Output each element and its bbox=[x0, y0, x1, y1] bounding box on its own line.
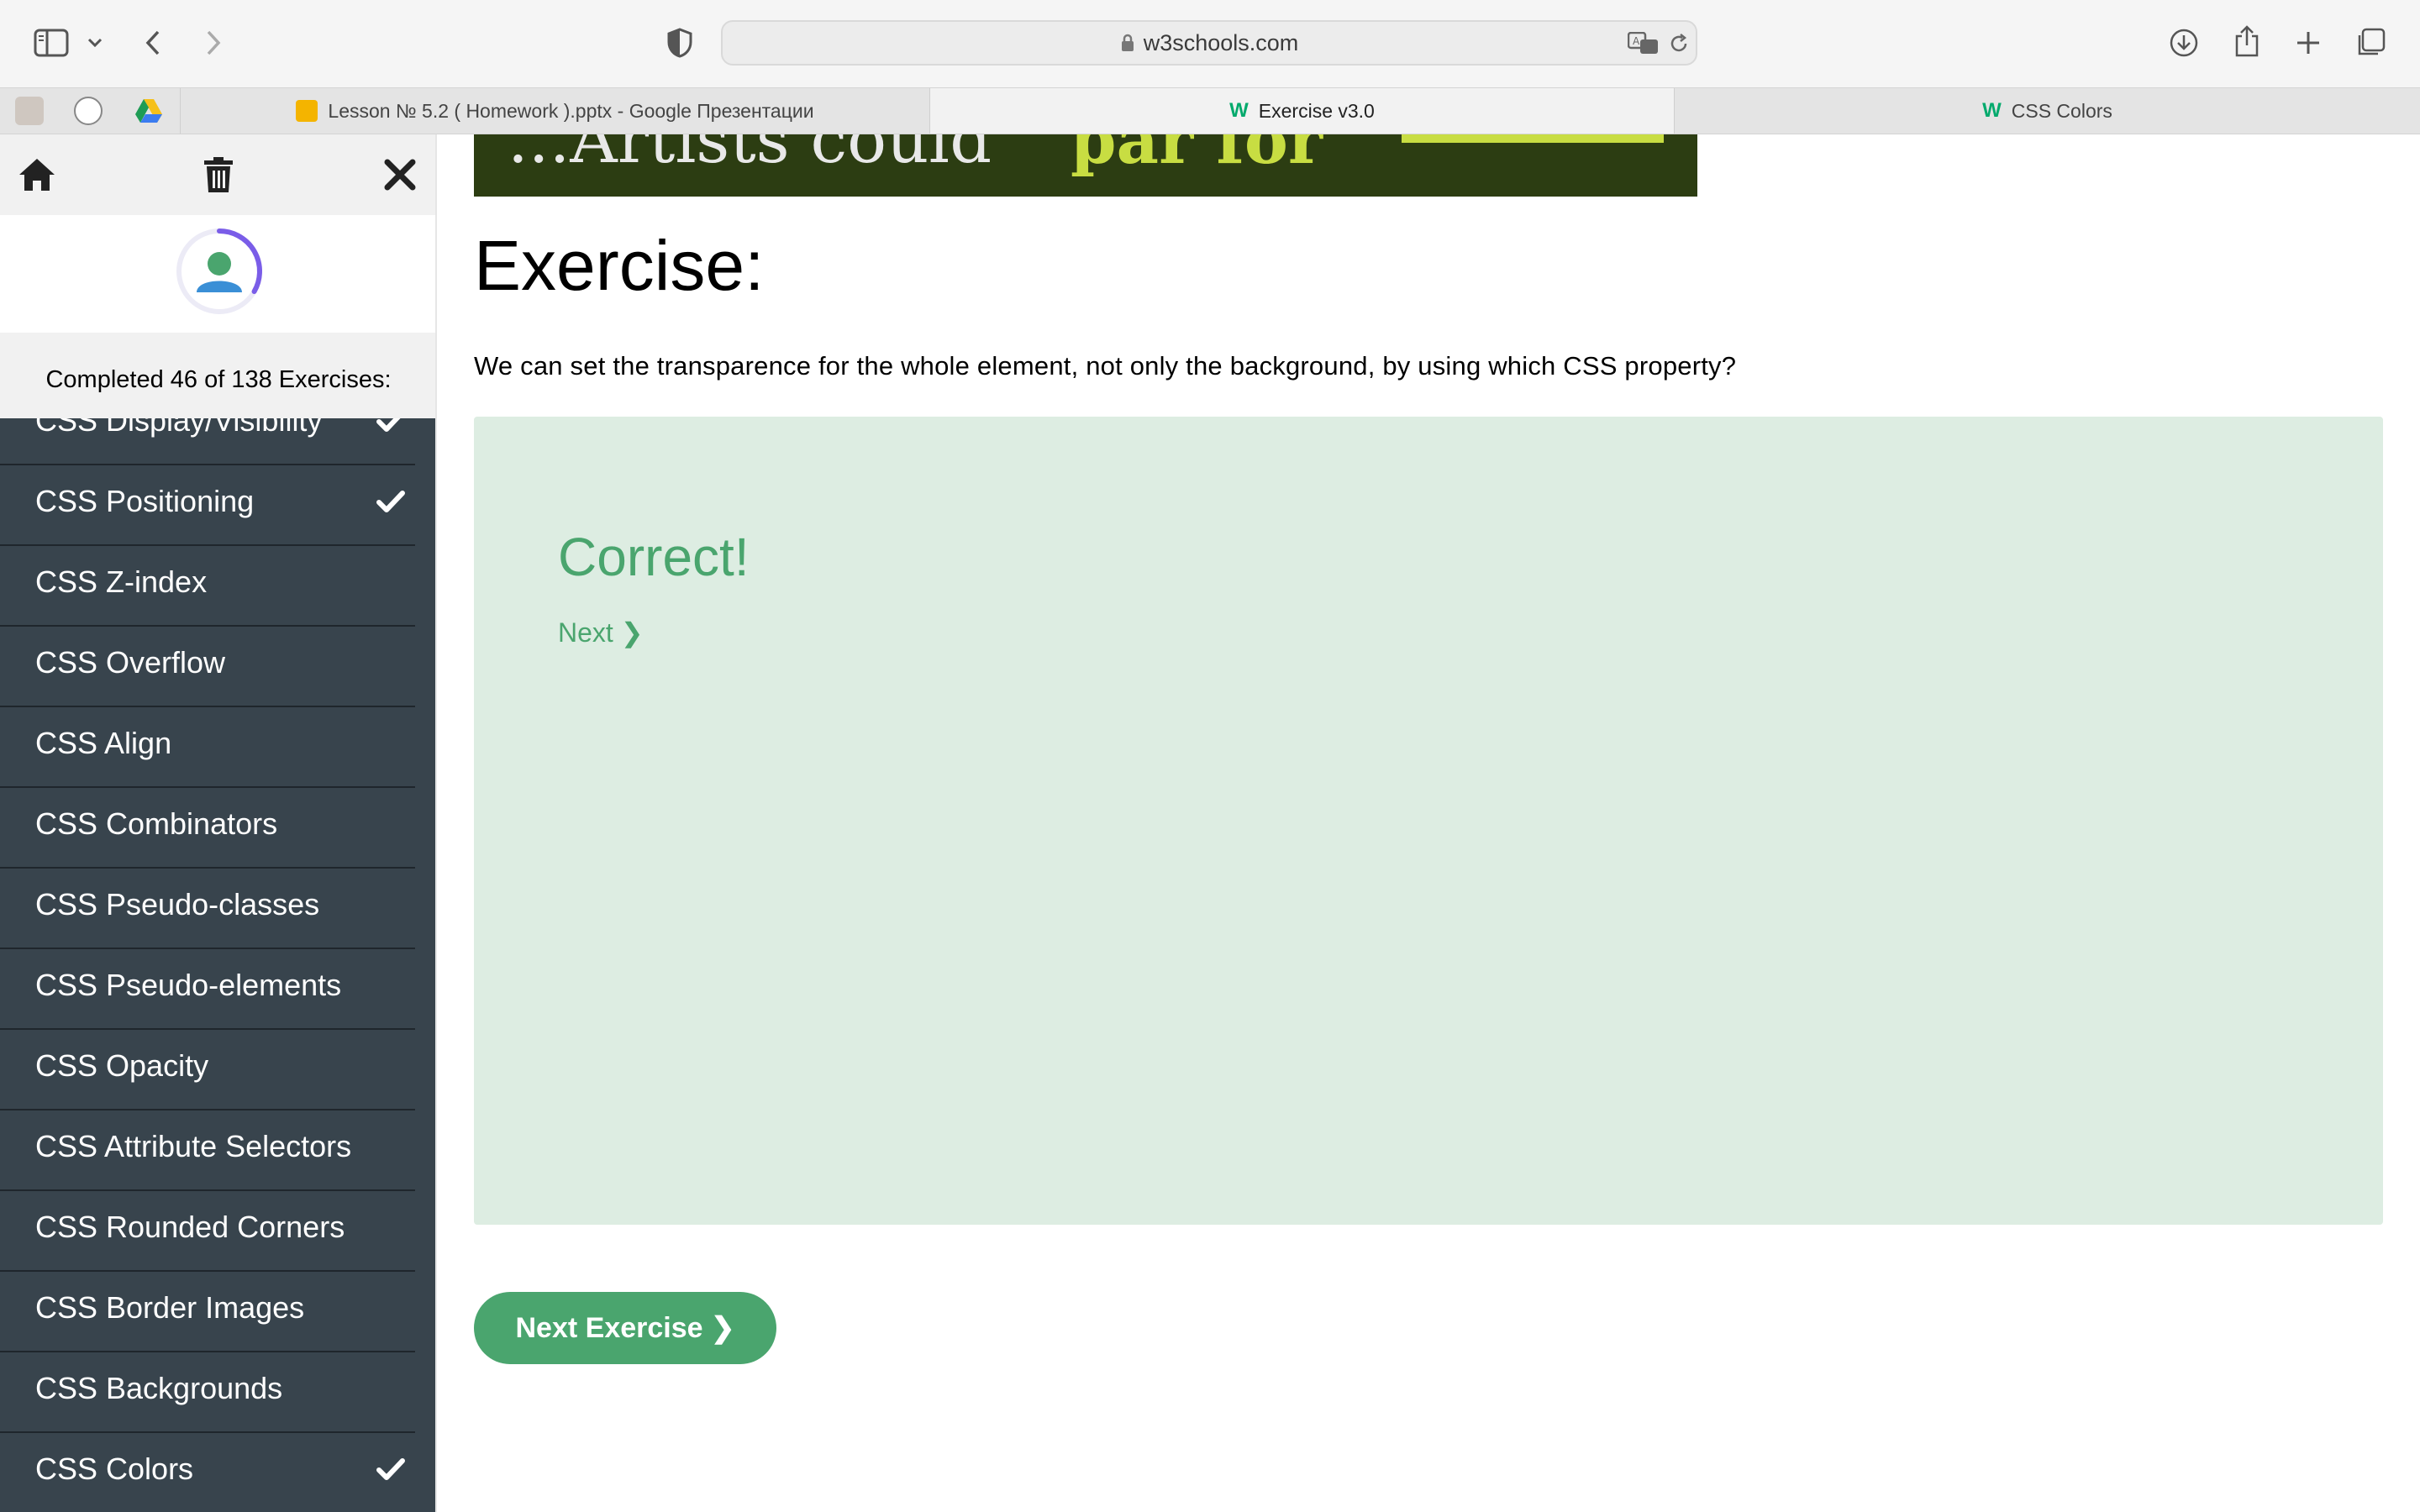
sidebar-item-label: CSS Overflow bbox=[35, 645, 226, 680]
sidebar-item[interactable]: CSS Combinators bbox=[0, 788, 415, 869]
sidebar-item-label: CSS Align bbox=[35, 726, 172, 760]
sidebar-item[interactable]: CSS Attribute Selectors bbox=[0, 1110, 415, 1191]
pinned-tab-chatgpt[interactable] bbox=[74, 97, 103, 125]
sidebar-item-label: CSS Display/Visibility bbox=[35, 418, 323, 438]
progress-avatar bbox=[173, 225, 266, 318]
ad-text: ...Artists could bbox=[508, 134, 992, 178]
tab-exercise[interactable]: W Exercise v3.0 bbox=[929, 88, 1674, 134]
reload-icon[interactable] bbox=[1665, 30, 1692, 57]
checkmark-icon bbox=[376, 1458, 405, 1480]
advertisement-banner[interactable]: ...Artists could par for bbox=[474, 134, 1697, 197]
exercise-sidebar: Completed 46 of 138 Exercises: CSS Displ… bbox=[0, 134, 437, 1512]
pinned-tab-drive[interactable] bbox=[134, 97, 163, 125]
url-display: w3schools.com bbox=[723, 22, 1696, 64]
close-icon[interactable] bbox=[376, 151, 424, 198]
exercise-question: We can set the transparence for the whol… bbox=[474, 351, 1737, 381]
next-exercise-button[interactable]: Next Exercise ❯ bbox=[474, 1292, 776, 1364]
url-text: w3schools.com bbox=[1143, 30, 1299, 55]
sidebar-header bbox=[0, 134, 437, 215]
w3schools-icon: W bbox=[1229, 99, 1249, 122]
sidebar-item-label: CSS Colors bbox=[35, 1452, 194, 1486]
translate-icon[interactable]: A bbox=[1627, 30, 1660, 57]
sidebar-divider bbox=[435, 134, 437, 1512]
sidebar-item[interactable]: CSS Display/Visibility bbox=[0, 418, 415, 465]
pinned-tab-avatar[interactable] bbox=[15, 97, 44, 125]
page-title: Exercise: bbox=[474, 226, 765, 305]
sidebar-toggle-icon[interactable] bbox=[30, 25, 72, 60]
progress-text: Completed 46 of 138 Exercises: bbox=[45, 366, 392, 393]
browser-toolbar: w3schools.com A bbox=[0, 0, 2420, 87]
lock-icon bbox=[1121, 34, 1134, 51]
tab-css-colors[interactable]: W CSS Colors bbox=[1674, 88, 2420, 134]
sidebar-item-label: CSS Border Images bbox=[35, 1290, 305, 1325]
back-icon[interactable] bbox=[136, 24, 170, 62]
sidebar-item-label: CSS Attribute Selectors bbox=[35, 1129, 352, 1163]
sidebar-item-label: CSS Rounded Corners bbox=[35, 1210, 345, 1244]
sidebar-item-label: CSS Backgrounds bbox=[35, 1371, 283, 1405]
svg-text:A: A bbox=[1633, 35, 1640, 47]
tab-title: CSS Colors bbox=[2011, 99, 2112, 122]
answer-panel: Correct! Next ❯ bbox=[474, 417, 2383, 1225]
address-bar[interactable]: w3schools.com A bbox=[721, 20, 1697, 66]
ad-highlight-text: par for bbox=[1071, 134, 1323, 179]
home-icon[interactable] bbox=[13, 151, 60, 198]
tab-title: Lesson № 5.2 ( Homework ).pptx - Google … bbox=[328, 99, 814, 122]
tab-title: Exercise v3.0 bbox=[1258, 99, 1375, 122]
chevron-down-icon[interactable] bbox=[84, 32, 106, 54]
share-icon[interactable] bbox=[2230, 22, 2264, 60]
next-link[interactable]: Next ❯ bbox=[558, 617, 644, 648]
tab-bar: Lesson № 5.2 ( Homework ).pptx - Google … bbox=[0, 87, 2420, 134]
tab-overview-icon[interactable] bbox=[2353, 25, 2388, 60]
sidebar-item[interactable]: CSS Colors bbox=[0, 1433, 415, 1512]
result-message: Correct! bbox=[558, 527, 750, 587]
tab-lesson-slides[interactable]: Lesson № 5.2 ( Homework ).pptx - Google … bbox=[180, 88, 929, 134]
forward-icon[interactable] bbox=[197, 24, 230, 62]
sidebar-item[interactable]: CSS Pseudo-elements bbox=[0, 949, 415, 1030]
trash-icon[interactable] bbox=[195, 151, 242, 198]
sidebar-item[interactable]: CSS Backgrounds bbox=[0, 1352, 415, 1433]
sidebar-item-label: CSS Z-index bbox=[35, 564, 208, 599]
privacy-shield-icon[interactable] bbox=[662, 25, 697, 60]
sidebar-item[interactable]: CSS Pseudo-classes bbox=[0, 869, 415, 949]
slides-icon bbox=[296, 100, 318, 122]
checkmark-icon bbox=[376, 491, 405, 512]
sidebar-item[interactable]: CSS Overflow bbox=[0, 627, 415, 707]
sidebar-item-label: CSS Opacity bbox=[35, 1048, 209, 1083]
ad-button[interactable] bbox=[1402, 134, 1664, 143]
sidebar-item[interactable]: CSS Z-index bbox=[0, 546, 415, 627]
exercise-menu: CSS Display/Visibility CSS Positioning CSS… bbox=[0, 418, 437, 1512]
downloads-icon[interactable] bbox=[2166, 25, 2202, 60]
sidebar-item[interactable]: CSS Opacity bbox=[0, 1030, 415, 1110]
new-tab-icon[interactable] bbox=[2291, 25, 2326, 60]
sidebar-item[interactable]: CSS Positioning bbox=[0, 465, 415, 546]
sidebar-item[interactable]: CSS Rounded Corners bbox=[0, 1191, 415, 1272]
sidebar-item[interactable]: CSS Border Images bbox=[0, 1272, 415, 1352]
sidebar-item-label: CSS Pseudo-classes bbox=[35, 887, 320, 921]
sidebar-item-label: CSS Combinators bbox=[35, 806, 278, 841]
sidebar-item[interactable]: CSS Align bbox=[0, 707, 415, 788]
w3schools-icon: W bbox=[1982, 99, 2002, 122]
sidebar-item-label: CSS Pseudo-elements bbox=[35, 968, 342, 1002]
checkmark-icon bbox=[376, 418, 401, 432]
sidebar-item-label: CSS Positioning bbox=[35, 484, 255, 518]
